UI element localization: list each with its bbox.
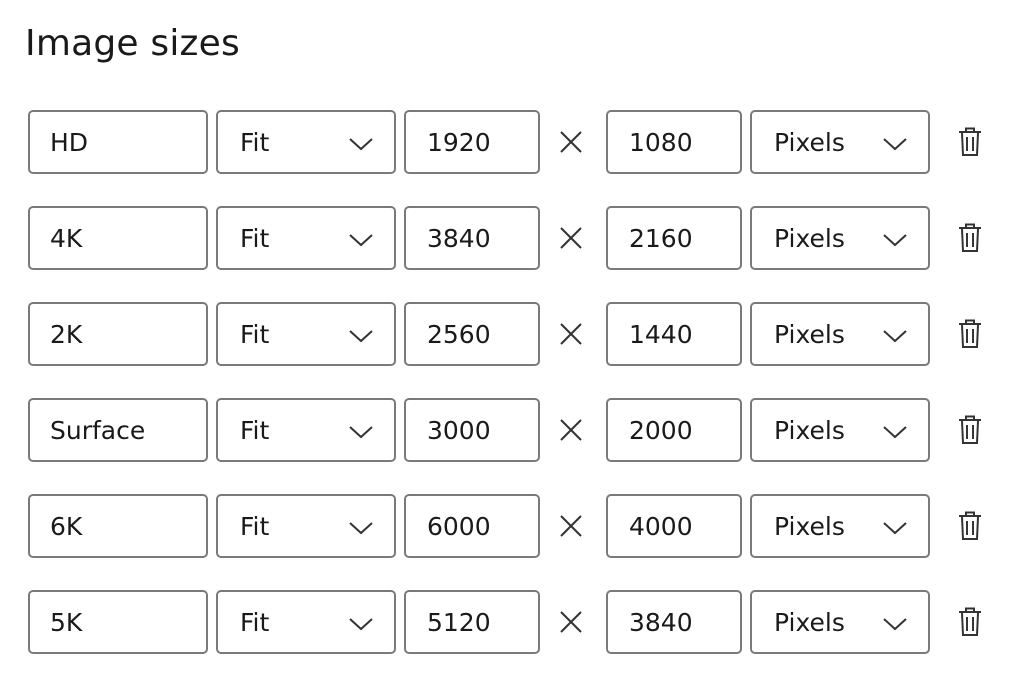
chevron-down-icon [349, 138, 373, 151]
fit-mode-dropdown[interactable]: Fit [216, 494, 396, 558]
fit-mode-dropdown[interactable]: Fit [216, 302, 396, 366]
size-name-value: HD [50, 127, 89, 157]
delete-button[interactable] [958, 127, 982, 157]
unit-value: Pixels [774, 319, 845, 349]
fit-mode-value: Fit [240, 319, 270, 349]
height-value: 2000 [629, 415, 693, 445]
chevron-down-icon [349, 234, 373, 247]
size-name-value: 6K [50, 511, 83, 541]
fit-mode-value: Fit [240, 127, 270, 157]
size-name-value: Surface [50, 415, 146, 445]
delete-button[interactable] [958, 607, 982, 637]
multiply-icon [560, 419, 582, 441]
chevron-down-icon [883, 426, 907, 439]
trash-icon [959, 223, 981, 252]
delete-button[interactable] [958, 319, 982, 349]
fit-mode-value: Fit [240, 223, 270, 253]
size-name-input[interactable]: 2K [28, 302, 208, 366]
chevron-down-icon [883, 330, 907, 343]
delete-button[interactable] [958, 415, 982, 445]
width-input[interactable]: 2560 [404, 302, 540, 366]
trash-icon [959, 511, 981, 540]
page-title: Image sizes [25, 23, 240, 64]
width-input[interactable]: 6000 [404, 494, 540, 558]
height-input[interactable]: 2160 [606, 206, 742, 270]
trash-icon [959, 127, 981, 156]
width-input[interactable]: 5120 [404, 590, 540, 654]
width-value: 6000 [427, 511, 491, 541]
height-value: 1080 [629, 127, 693, 157]
chevron-down-icon [883, 138, 907, 151]
unit-dropdown[interactable]: Pixels [750, 110, 930, 174]
multiply-icon [560, 323, 582, 345]
width-value: 3840 [427, 223, 491, 253]
size-name-input[interactable]: 4K [28, 206, 208, 270]
fit-mode-dropdown[interactable]: Fit [216, 206, 396, 270]
height-value: 4000 [629, 511, 693, 541]
trash-icon [959, 415, 981, 444]
delete-button[interactable] [958, 511, 982, 541]
unit-dropdown[interactable]: Pixels [750, 590, 930, 654]
fit-mode-value: Fit [240, 607, 270, 637]
width-value: 2560 [427, 319, 491, 349]
multiply-icon [560, 611, 582, 633]
multiply-icon [560, 227, 582, 249]
width-input[interactable]: 1920 [404, 110, 540, 174]
size-name-input[interactable]: 5K [28, 590, 208, 654]
height-input[interactable]: 1440 [606, 302, 742, 366]
fit-mode-dropdown[interactable]: Fit [216, 398, 396, 462]
height-value: 3840 [629, 607, 693, 637]
trash-icon [959, 607, 981, 636]
size-name-input[interactable]: Surface [28, 398, 208, 462]
height-value: 1440 [629, 319, 693, 349]
height-input[interactable]: 1080 [606, 110, 742, 174]
unit-dropdown[interactable]: Pixels [750, 398, 930, 462]
unit-value: Pixels [774, 511, 845, 541]
multiply-icon [560, 515, 582, 537]
fit-mode-dropdown[interactable]: Fit [216, 110, 396, 174]
width-input[interactable]: 3840 [404, 206, 540, 270]
unit-value: Pixels [774, 223, 845, 253]
unit-value: Pixels [774, 127, 845, 157]
chevron-down-icon [883, 618, 907, 631]
height-input[interactable]: 3840 [606, 590, 742, 654]
fit-mode-value: Fit [240, 511, 270, 541]
unit-dropdown[interactable]: Pixels [750, 206, 930, 270]
height-value: 2160 [629, 223, 693, 253]
size-name-value: 2K [50, 319, 83, 349]
size-name-input[interactable]: 6K [28, 494, 208, 558]
image-sizes-page: Image sizes HD Fit 1920 1080 Pixels 4K F… [0, 0, 1022, 677]
chevron-down-icon [883, 234, 907, 247]
chevron-down-icon [349, 618, 373, 631]
unit-dropdown[interactable]: Pixels [750, 494, 930, 558]
height-input[interactable]: 4000 [606, 494, 742, 558]
multiply-icon [560, 131, 582, 153]
size-name-input[interactable]: HD [28, 110, 208, 174]
width-input[interactable]: 3000 [404, 398, 540, 462]
width-value: 5120 [427, 607, 491, 637]
width-value: 1920 [427, 127, 491, 157]
chevron-down-icon [349, 522, 373, 535]
unit-value: Pixels [774, 415, 845, 445]
unit-value: Pixels [774, 607, 845, 637]
size-name-value: 5K [50, 607, 83, 637]
size-name-value: 4K [50, 223, 83, 253]
delete-button[interactable] [958, 223, 982, 253]
chevron-down-icon [349, 330, 373, 343]
width-value: 3000 [427, 415, 491, 445]
height-input[interactable]: 2000 [606, 398, 742, 462]
chevron-down-icon [349, 426, 373, 439]
fit-mode-dropdown[interactable]: Fit [216, 590, 396, 654]
unit-dropdown[interactable]: Pixels [750, 302, 930, 366]
chevron-down-icon [883, 522, 907, 535]
fit-mode-value: Fit [240, 415, 270, 445]
trash-icon [959, 319, 981, 348]
